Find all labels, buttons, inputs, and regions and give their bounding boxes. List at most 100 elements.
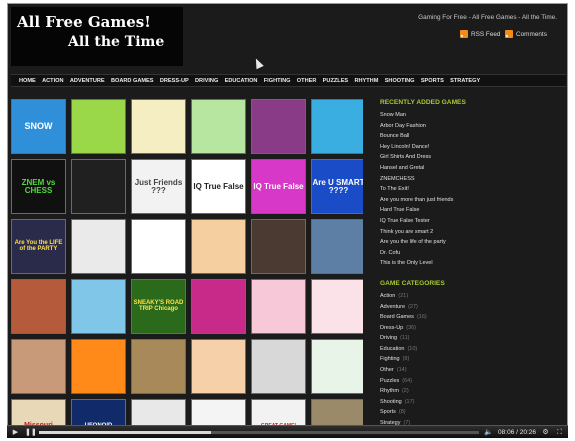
category-link[interactable]: Sports (8)	[380, 407, 560, 418]
nav-item-action[interactable]: ACTION	[42, 78, 63, 84]
nav-item-dress-up[interactable]: DRESS-UP	[160, 78, 189, 84]
site-logo[interactable]: All Free Games! All the Time	[11, 7, 183, 66]
recent-game-link[interactable]: Bounce Ball	[380, 131, 560, 142]
game-thumbnail[interactable]	[251, 279, 306, 334]
game-thumbnail[interactable]: Just Friends ???	[131, 159, 186, 214]
game-thumbnail[interactable]	[311, 279, 363, 334]
nav-item-shooting[interactable]: SHOOTING	[385, 78, 415, 84]
game-thumbnail[interactable]	[311, 219, 363, 274]
game-thumbnail[interactable]	[191, 279, 246, 334]
recent-game-link[interactable]: Hey Lincoln! Dance!	[380, 142, 560, 153]
category-link[interactable]: Action (21)	[380, 291, 560, 302]
game-thumbnail-label: IQ True False	[193, 181, 244, 191]
game-thumbnail[interactable]	[71, 219, 126, 274]
video-progress-bar[interactable]	[39, 430, 480, 434]
category-count: (14)	[396, 367, 407, 374]
game-thumbnail[interactable]: SNOW	[11, 99, 66, 154]
pause-icon[interactable]: ❚❚	[25, 428, 37, 437]
play-icon[interactable]: ▶	[11, 428, 20, 437]
recent-game-link[interactable]: Think you are smart 2	[380, 227, 560, 238]
recent-game-link[interactable]: ZNEMCHESS	[380, 174, 560, 185]
game-thumbnail[interactable]: IQ True False	[191, 159, 246, 214]
game-thumbnail[interactable]	[191, 99, 246, 154]
game-thumbnail[interactable]	[11, 279, 66, 334]
category-link[interactable]: Board Games (16)	[380, 312, 560, 323]
comments-feed-link[interactable]: Comments	[505, 30, 547, 38]
game-thumbnail[interactable]: Are U SMART ????	[311, 159, 363, 214]
category-name: Board Games	[380, 314, 414, 321]
nav-item-adventure[interactable]: ADVENTURE	[70, 78, 105, 84]
game-thumbnail-label: Are You the LIFE of the PARTY	[14, 239, 63, 252]
nav-item-rhythm[interactable]: RHYTHM	[354, 78, 378, 84]
game-thumbnail[interactable]	[251, 99, 306, 154]
category-link[interactable]: Shooting (17)	[380, 397, 560, 408]
rss-feed-link[interactable]: RSS Feed	[460, 30, 500, 38]
category-name: Fighting	[380, 356, 400, 363]
category-count: (36)	[406, 324, 417, 331]
category-link[interactable]: Rhythm (2)	[380, 386, 560, 397]
category-count: (2)	[401, 388, 409, 395]
category-link[interactable]: Driving (11)	[380, 333, 560, 344]
game-thumbnail[interactable]: IQ True False	[251, 159, 306, 214]
game-thumbnail[interactable]	[191, 339, 246, 394]
game-thumbnail[interactable]	[251, 339, 306, 394]
nav-item-education[interactable]: EDUCATION	[225, 78, 258, 84]
category-link[interactable]: Puzzles (64)	[380, 376, 560, 387]
site-tagline: Gaming For Free - All Free Games - All t…	[418, 14, 557, 21]
game-thumbnail[interactable]: SNEAKY'S ROAD TRIP Chicago	[131, 279, 186, 334]
category-name: Rhythm	[380, 388, 399, 395]
settings-icon[interactable]: ⚙	[541, 428, 550, 437]
category-link[interactable]: Adventure (27)	[380, 302, 560, 313]
category-count: (11)	[400, 335, 410, 342]
recent-game-link[interactable]: Arbor Day Fashion	[380, 121, 560, 132]
category-name: Puzzles	[380, 377, 400, 384]
recent-game-link[interactable]: Hard True False	[380, 205, 560, 216]
game-thumbnail[interactable]: Are You the LIFE of the PARTY	[11, 219, 66, 274]
game-thumbnail[interactable]: ZNEM vs CHESS	[11, 159, 66, 214]
category-name: Education	[380, 345, 405, 352]
recent-game-link[interactable]: Are you more than just friends	[380, 195, 560, 206]
rss-feed-label: RSS Feed	[471, 30, 501, 38]
game-thumbnail[interactable]	[131, 339, 186, 394]
sidebar: RECENTLY ADDED GAMES Snow Man Arbor Day F…	[380, 99, 560, 429]
game-thumbnail[interactable]	[191, 219, 246, 274]
game-thumbnail[interactable]	[71, 339, 126, 394]
game-thumbnail[interactable]	[11, 339, 66, 394]
game-thumbnail[interactable]	[131, 219, 186, 274]
recent-game-link[interactable]: Dr. Cofu	[380, 248, 560, 259]
comments-label: Comments	[516, 30, 547, 38]
fullscreen-icon[interactable]: ⛶	[555, 428, 564, 437]
nav-item-strategy[interactable]: STRATEGY	[450, 78, 480, 84]
game-thumbnail[interactable]	[251, 219, 306, 274]
recent-game-link[interactable]: Hansel and Gretal	[380, 163, 560, 174]
game-thumbnail[interactable]	[311, 339, 363, 394]
game-thumbnail-label: ZNEM vs CHESS	[21, 177, 56, 195]
nav-item-puzzles[interactable]: PUZZLES	[323, 78, 348, 84]
category-link[interactable]: Other (14)	[380, 365, 560, 376]
nav-item-fighting[interactable]: FIGHTING	[264, 78, 291, 84]
category-link[interactable]: Fighting (9)	[380, 354, 560, 365]
category-count: (10)	[407, 345, 418, 352]
nav-item-sports[interactable]: SPORTS	[421, 78, 444, 84]
category-count: (21)	[398, 292, 409, 299]
game-thumbnail[interactable]	[71, 99, 126, 154]
category-link[interactable]: Education (10)	[380, 344, 560, 355]
recent-game-link[interactable]: Snow Man	[380, 110, 560, 121]
game-thumbnail[interactable]	[311, 99, 363, 154]
category-name: Driving	[380, 335, 398, 342]
nav-item-driving[interactable]: DRIVING	[195, 78, 218, 84]
game-thumbnail[interactable]	[71, 279, 126, 334]
category-link[interactable]: Dress-Up (36)	[380, 323, 560, 334]
game-thumbnail[interactable]	[71, 159, 126, 214]
nav-item-board-games[interactable]: BOARD GAMES	[111, 78, 154, 84]
recent-game-link[interactable]: To The Exit!	[380, 184, 560, 195]
nav-item-home[interactable]: HOME	[19, 78, 36, 84]
volume-icon[interactable]: 🔈	[484, 428, 493, 437]
recent-game-link[interactable]: Are you the life of the party	[380, 237, 560, 248]
recent-games-title: RECENTLY ADDED GAMES	[380, 99, 466, 106]
game-thumbnail[interactable]	[131, 99, 186, 154]
recent-game-link[interactable]: IQ True False Tester	[380, 216, 560, 227]
recent-game-link[interactable]: This is the Only Level	[380, 258, 560, 269]
nav-item-other[interactable]: OTHER	[297, 78, 317, 84]
recent-game-link[interactable]: Girl Shirts And Dress	[380, 152, 560, 163]
